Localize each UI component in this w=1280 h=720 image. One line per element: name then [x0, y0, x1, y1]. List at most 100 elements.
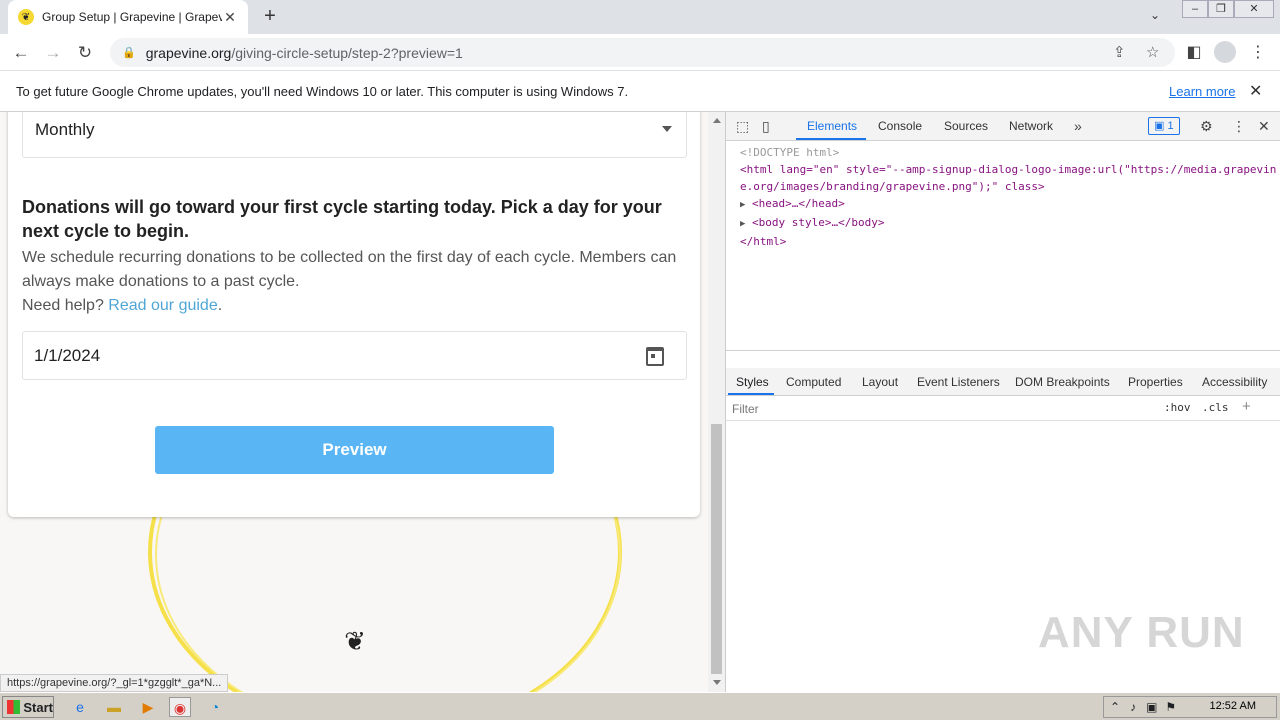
browser-toolbar: ← → ↻ 🔒 grapevine.org/giving-circle-setu… — [0, 34, 1280, 71]
taskbar-clock[interactable]: 12:52 AM — [1210, 700, 1256, 712]
anyrun-watermark: ANY RUN — [1038, 608, 1245, 657]
hov-toggle[interactable]: :hov — [1164, 401, 1191, 414]
help-prefix: Need help? — [22, 297, 109, 314]
head-text: <head>…</head> — [752, 197, 845, 210]
dom-tree: <!DOCTYPE html> <html lang="en" style="-… — [740, 144, 1280, 250]
head-node[interactable]: ▶ <head>…</head> — [740, 195, 1280, 214]
scroll-down-icon[interactable] — [713, 680, 721, 685]
learn-more-link[interactable]: Learn more — [1169, 84, 1235, 99]
volume-icon[interactable]: ♪ — [1130, 700, 1136, 714]
status-bubble-url: https://grapevine.org/?_gl=1*gzgglt*_ga*… — [0, 674, 229, 692]
action-center-flag-icon[interactable]: ⚑ — [1165, 700, 1176, 714]
network-icon[interactable]: ▣ — [1146, 700, 1157, 714]
help-text: Need help? Read our guide. — [22, 294, 222, 318]
issues-badge[interactable]: ▣ 1 — [1148, 117, 1180, 135]
styles-tab-styles[interactable]: Styles — [736, 375, 769, 389]
frequency-select[interactable]: Monthly — [22, 112, 687, 158]
start-label: Start — [23, 699, 53, 715]
devtools-menu-icon[interactable]: ⋮ — [1232, 118, 1246, 135]
lock-icon: 🔒 — [122, 47, 136, 59]
start-button[interactable]: Start — [2, 696, 54, 718]
window-close-icon[interactable]: ✕ — [1234, 0, 1274, 18]
infobar-close-icon[interactable]: ✕ — [1249, 81, 1262, 101]
issues-count: 1 — [1167, 120, 1174, 132]
tab-close-icon[interactable]: ✕ — [222, 9, 238, 26]
body-text: <body style>…</body> — [752, 216, 885, 229]
devtools-tab-elements[interactable]: Elements — [807, 119, 857, 133]
windows-taskbar: Start e ▬ ▶ ◉ ◔ ⌃ ♪ ▣ ⚑ 12:52 AM — [0, 692, 1280, 720]
body-node[interactable]: ▶ <body style>…</body> — [740, 214, 1280, 233]
page-viewport: Monthly Donations will go toward your fi… — [0, 112, 708, 692]
tab-search-chevron-icon[interactable]: ⌄ — [1150, 8, 1160, 22]
styles-tab-dom-breakpoints[interactable]: DOM Breakpoints — [1015, 375, 1110, 389]
date-value: 1/1/2024 — [34, 345, 101, 365]
url-path: /giving-circle-setup/step-2?preview=1 — [231, 44, 463, 61]
styles-tabbar: Styles Computed Layout Event Listeners D… — [726, 368, 1280, 396]
styles-filter-bar: Filter :hov .cls + — [726, 396, 1280, 421]
settings-gear-icon[interactable]: ⚙ — [1200, 118, 1213, 135]
html-close-line[interactable]: </html> — [740, 233, 1280, 250]
system-tray: ⌃ ♪ ▣ ⚑ 12:52 AM — [1103, 696, 1277, 718]
back-icon[interactable]: ← — [8, 40, 34, 66]
devtools-tab-console[interactable]: Console — [878, 119, 922, 133]
cycle-heading: Donations will go toward your first cycl… — [22, 197, 662, 241]
menu-kebab-icon[interactable]: ⋮ — [1245, 40, 1271, 66]
cycle-description: We schedule recurring donations to be co… — [22, 249, 677, 290]
edge-icon[interactable]: ◔ — [204, 697, 226, 717]
profile-avatar-icon[interactable] — [1214, 41, 1236, 63]
device-toolbar-icon[interactable]: ▯ — [762, 118, 770, 135]
new-tab-button[interactable]: + — [258, 5, 282, 29]
panel-splitter[interactable] — [726, 350, 1280, 351]
styles-tab-underline — [728, 393, 774, 395]
devtools-tab-sources[interactable]: Sources — [944, 119, 988, 133]
expand-triangle-icon[interactable]: ▶ — [740, 197, 752, 214]
browser-tab[interactable]: ❦ Group Setup | Grapevine | Grapevine ✕ — [8, 0, 248, 34]
styles-tab-event-listeners[interactable]: Event Listeners — [917, 375, 1000, 389]
tray-expand-icon[interactable]: ⌃ — [1110, 700, 1120, 714]
scrollbar-thumb[interactable] — [711, 424, 722, 674]
help-suffix: . — [217, 297, 223, 314]
media-player-icon[interactable]: ▶ — [137, 697, 159, 717]
url-text: grapevine.org/giving-circle-setup/step-2… — [146, 45, 463, 61]
reload-icon[interactable]: ↻ — [72, 40, 98, 66]
grapevine-favicon-icon: ❦ — [18, 9, 34, 25]
expand-triangle-icon[interactable]: ▶ — [740, 216, 752, 233]
doctype-line[interactable]: <!DOCTYPE html> — [740, 144, 1280, 161]
html-open-line[interactable]: <html lang="en" style="--amp-signup-dial… — [740, 161, 1280, 195]
bookmark-star-icon[interactable]: ☆ — [1146, 43, 1159, 61]
restore-icon[interactable]: ❐ — [1208, 0, 1234, 18]
new-rule-plus-icon[interactable]: + — [1242, 398, 1251, 415]
devtools-panel: ⬚ ▯ Elements Console Sources Network » ▣… — [725, 112, 1280, 692]
address-bar[interactable]: 🔒 grapevine.org/giving-circle-setup/step… — [110, 38, 1175, 67]
scroll-up-icon[interactable] — [713, 118, 721, 123]
styles-filter-input[interactable]: Filter — [732, 402, 759, 416]
side-panel-icon[interactable]: ◧ — [1181, 40, 1207, 66]
share-icon[interactable]: ⇪ — [1113, 43, 1126, 61]
calendar-icon[interactable] — [646, 347, 664, 366]
styles-tab-computed[interactable]: Computed — [786, 375, 841, 389]
cycle-date-input[interactable]: 1/1/2024 — [22, 331, 687, 380]
devtools-close-icon[interactable]: ✕ — [1258, 118, 1270, 135]
ie-icon[interactable]: e — [69, 697, 91, 717]
windows-logo-icon — [7, 700, 21, 714]
read-guide-link[interactable]: Read our guide — [108, 297, 217, 314]
explorer-folder-icon[interactable]: ▬ — [103, 697, 125, 717]
setup-card: Monthly Donations will go toward your fi… — [8, 112, 700, 517]
styles-tab-accessibility[interactable]: Accessibility — [1202, 375, 1267, 389]
forward-icon[interactable]: → — [40, 40, 66, 66]
minimize-icon[interactable]: – — [1182, 0, 1208, 18]
devtools-tab-network[interactable]: Network — [1009, 119, 1053, 133]
cls-toggle[interactable]: .cls — [1202, 401, 1229, 414]
url-host: grapevine.org — [145, 44, 232, 61]
tab-strip: ❦ Group Setup | Grapevine | Grapevine ✕ … — [0, 0, 1280, 34]
more-tabs-chevron-icon[interactable]: » — [1074, 118, 1082, 134]
styles-tab-layout[interactable]: Layout — [862, 375, 898, 389]
chrome-icon[interactable]: ◉ — [169, 697, 191, 717]
preview-button[interactable]: Preview — [155, 426, 554, 474]
inspect-element-icon[interactable]: ⬚ — [736, 118, 749, 135]
styles-tab-properties[interactable]: Properties — [1128, 375, 1183, 389]
infobar-message: To get future Google Chrome updates, you… — [16, 83, 629, 99]
page-scrollbar[interactable] — [708, 112, 725, 692]
dropdown-caret-icon — [662, 126, 672, 132]
update-infobar: To get future Google Chrome updates, you… — [0, 71, 1280, 112]
